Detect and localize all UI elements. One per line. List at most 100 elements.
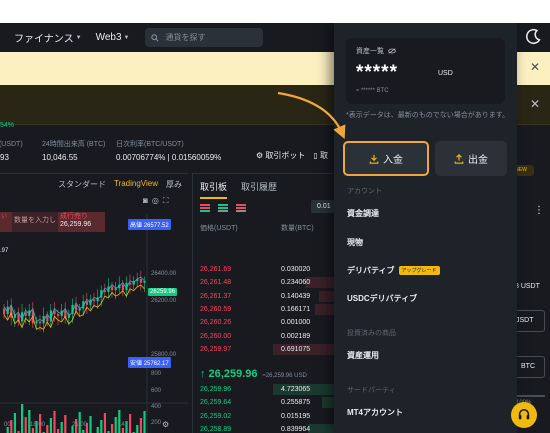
ask-row[interactable]: 26,260.59 0.166171 (193, 303, 343, 316)
high-label: 高値 (130, 223, 143, 229)
ask-qty: 0.691075 (281, 345, 311, 353)
ask-row[interactable]: 26,259.97 0.691075 (193, 343, 343, 356)
volume-axis-label: 600 (151, 388, 162, 394)
asset-btc-value: ≈ ****** BTC (356, 88, 389, 94)
menu-label: USDCデリバティブ (347, 294, 418, 303)
settings-icon[interactable]: ◎ (152, 196, 159, 206)
tab-order-book[interactable]: 取引板 (200, 180, 228, 199)
other-link[interactable]: ▯ 取 (313, 150, 328, 161)
ask-qty: 0.140439 (281, 292, 311, 300)
quick-sell-label: 成行売り (60, 213, 88, 220)
ask-qty: 0.002189 (281, 332, 311, 340)
nav-finance[interactable]: ファイナンス ▼ (14, 30, 82, 45)
stat-value: 93 (0, 153, 9, 162)
volume-bar (125, 421, 128, 433)
camera-icon[interactable]: ◙ (143, 196, 148, 206)
ask-row[interactable]: 26,260.00 0.002189 (193, 330, 343, 343)
download-icon (369, 154, 379, 164)
price-label: .97 (0, 248, 9, 254)
volume-bar (139, 418, 142, 433)
ticker-links: ⚙ 取引ボット ▯ 取 (256, 150, 328, 161)
candle-body (93, 299, 96, 302)
stat-value: 10,046.55 (42, 153, 78, 162)
mid-price-usd: ≈26,259.96 USD (262, 373, 307, 379)
bid-qty: 0.015195 (281, 412, 311, 420)
ask-row[interactable]: 26,260.26 0.001000 (193, 316, 343, 329)
close-icon[interactable]: ✕ (530, 97, 540, 111)
deposit-button[interactable]: 入金 (343, 141, 429, 176)
candle-body (78, 308, 81, 311)
chart-settings-icon[interactable]: ⚙ (162, 420, 169, 429)
x-axis-label: 00 (4, 422, 11, 428)
tab-standard[interactable]: スタンダード (58, 179, 106, 190)
quick-sell-value: 26,259.96 (60, 221, 92, 228)
book-both-icon[interactable] (200, 204, 210, 213)
volume-bar (24, 417, 27, 433)
quick-order-side[interactable]: い (0, 212, 12, 232)
order-book: 取引板 取引履歴 0.01 価格(USDT) 数量(BTC) 26,261.69… (192, 173, 343, 433)
candle-body (39, 321, 42, 324)
asset-unit: USD (438, 70, 453, 77)
chevron-down-icon: ▼ (123, 34, 130, 41)
quick-sell-button[interactable]: 成行売り 26,259.96 (58, 212, 105, 232)
tick-size-select[interactable]: 0.01 (311, 200, 337, 213)
bid-row[interactable]: 26,259.64 0.255875 (193, 396, 343, 409)
close-icon[interactable]: ✕ (530, 60, 540, 74)
menu-item-asset-management[interactable]: 資産運用 (347, 350, 379, 361)
eye-off-icon[interactable] (388, 48, 396, 54)
x-axis-label: 14 (118, 422, 125, 428)
upgrade-badge: アップグレード (398, 266, 440, 275)
menu-item-usdc-derivatives[interactable]: USDCデリバティブ (347, 293, 417, 304)
mid-price: ↑ 26,259.96 ≈26,259.96 USD (200, 368, 307, 380)
tab-tradingview[interactable]: TradingView (114, 179, 158, 190)
book-bids-icon[interactable] (218, 204, 228, 213)
search-placeholder: 通貨を探す (165, 33, 206, 42)
app-frame: ファイナンス ▼ Web3 ▼ 通貨を探す ✕ ✕ 54% 高 (USDT) 9… (0, 23, 550, 433)
book-header: 価格(USDT) 数量(BTC) (200, 223, 343, 233)
volume-bar (49, 418, 52, 433)
support-chat-button[interactable] (511, 402, 537, 428)
ask-row[interactable]: 26,261.37 0.140439 (193, 290, 343, 303)
tab-depth[interactable]: 厚み (166, 179, 182, 190)
book-tabs: 取引板 取引履歴 (200, 180, 277, 199)
quick-order-qty-input[interactable]: 数量を入力し (12, 212, 58, 232)
ask-row[interactable]: 26,261.69 0.030020 (193, 263, 343, 276)
volume-bar (114, 417, 117, 433)
menu-label: 現物 (347, 238, 363, 247)
menu-item-derivatives[interactable]: デリバティブ アップグレード (347, 265, 440, 276)
withdraw-button[interactable]: 出金 (435, 141, 507, 176)
section-account: アカウント (347, 188, 382, 195)
ask-price: 26,261.48 (200, 279, 232, 287)
search-input[interactable]: 通貨を探す (145, 28, 264, 47)
ask-qty: 0.234060 (281, 279, 311, 287)
ask-row[interactable]: 26,261.48 0.234060 (193, 276, 343, 289)
stat-label: 高 (USDT) (0, 141, 23, 148)
asset-value-hidden: ***** (356, 62, 398, 83)
fullscreen-icon[interactable]: ⛶ (163, 196, 169, 206)
ask-qty: 0.001000 (281, 319, 311, 327)
bid-row[interactable]: 26,259.96 4.723065 (193, 383, 343, 396)
book-view-toggles (200, 204, 246, 213)
trading-bot-link[interactable]: ⚙ 取引ボット (256, 150, 305, 161)
candlestick-chart[interactable] (0, 214, 188, 433)
menu-item-funding[interactable]: 資金調達 (347, 208, 379, 219)
volume-axis-label: 800 (151, 371, 162, 377)
ask-price: 26,259.97 (200, 345, 232, 353)
menu-item-mt4[interactable]: MT4アカウント (347, 407, 403, 418)
book-asks-icon[interactable] (236, 204, 246, 213)
nav-web3[interactable]: Web3 ▼ (96, 32, 130, 43)
stat-high: 高 (USDT) 93 (0, 139, 23, 162)
volume-bar (21, 404, 24, 433)
bid-qty: 0.255875 (281, 399, 311, 407)
tab-trade-history[interactable]: 取引履歴 (241, 180, 277, 199)
volume-bar (129, 414, 132, 433)
volume-bar (57, 429, 60, 433)
theme-toggle-moon-icon[interactable] (525, 28, 542, 45)
bid-row[interactable]: 26,258.89 0.839964 (193, 423, 343, 433)
more-icon[interactable]: ⋮ (534, 205, 544, 216)
volume-bars (6, 404, 146, 433)
bid-row[interactable]: 26,259.02 0.015195 (193, 410, 343, 423)
menu-item-spot[interactable]: 現物 (347, 237, 363, 248)
volume-bar (103, 413, 106, 433)
unit-label: JSDT (516, 317, 534, 324)
